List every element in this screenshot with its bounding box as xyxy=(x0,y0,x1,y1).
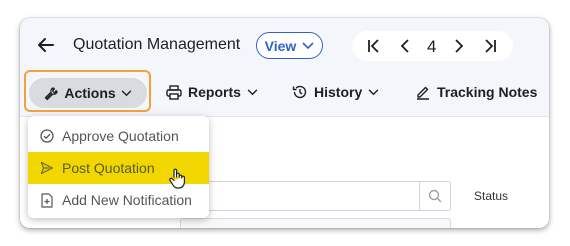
history-label: History xyxy=(314,84,363,100)
toolbar: Actions Reports History Tracking Notes xyxy=(20,70,549,116)
reports-button[interactable]: Reports xyxy=(166,84,258,100)
page-title: Quotation Management xyxy=(73,36,241,53)
actions-dropdown-menu: Approve Quotation Post Quotation Add New… xyxy=(28,116,209,218)
next-page-icon[interactable] xyxy=(451,38,467,54)
app-window: Quotation Management View 4 Actions Repo… xyxy=(20,18,549,228)
wrench-icon xyxy=(44,86,59,101)
tracking-notes-label: Tracking Notes xyxy=(437,84,538,100)
chevron-down-icon xyxy=(247,88,258,96)
pencil-icon xyxy=(415,84,431,100)
tracking-notes-button[interactable]: Tracking Notes xyxy=(415,84,537,100)
chevron-down-icon xyxy=(302,41,314,50)
menu-item-label: Post Quotation xyxy=(62,160,155,176)
page-number: 4 xyxy=(427,37,437,56)
previous-page-icon[interactable] xyxy=(397,38,413,54)
status-label: Status xyxy=(474,189,509,203)
title-bar: Quotation Management View 4 xyxy=(20,18,549,76)
history-button[interactable]: History xyxy=(292,84,379,100)
search-button[interactable] xyxy=(419,182,450,210)
menu-item-label: Approve Quotation xyxy=(62,128,179,144)
printer-icon xyxy=(166,84,182,100)
actions-label: Actions xyxy=(64,85,116,101)
first-page-icon[interactable] xyxy=(366,38,382,54)
record-pager: 4 xyxy=(352,31,513,61)
menu-item-label: Add New Notification xyxy=(62,192,192,208)
search-icon xyxy=(428,189,442,203)
filter-field[interactable] xyxy=(180,218,451,228)
reports-label: Reports xyxy=(188,84,241,100)
history-clock-icon xyxy=(292,84,308,100)
view-button[interactable]: View xyxy=(256,32,323,59)
add-document-icon xyxy=(40,192,54,208)
back-arrow-icon[interactable] xyxy=(36,35,56,55)
view-button-label: View xyxy=(264,37,297,54)
chevron-down-icon xyxy=(121,89,132,97)
send-icon xyxy=(40,161,54,175)
actions-button[interactable]: Actions xyxy=(29,78,147,108)
hand-pointer-icon xyxy=(168,168,186,190)
menu-item-approve-quotation[interactable]: Approve Quotation xyxy=(28,120,209,152)
check-circle-icon xyxy=(40,129,54,143)
chevron-down-icon xyxy=(368,88,379,96)
search-input[interactable] xyxy=(180,181,451,211)
last-page-icon[interactable] xyxy=(482,38,498,54)
